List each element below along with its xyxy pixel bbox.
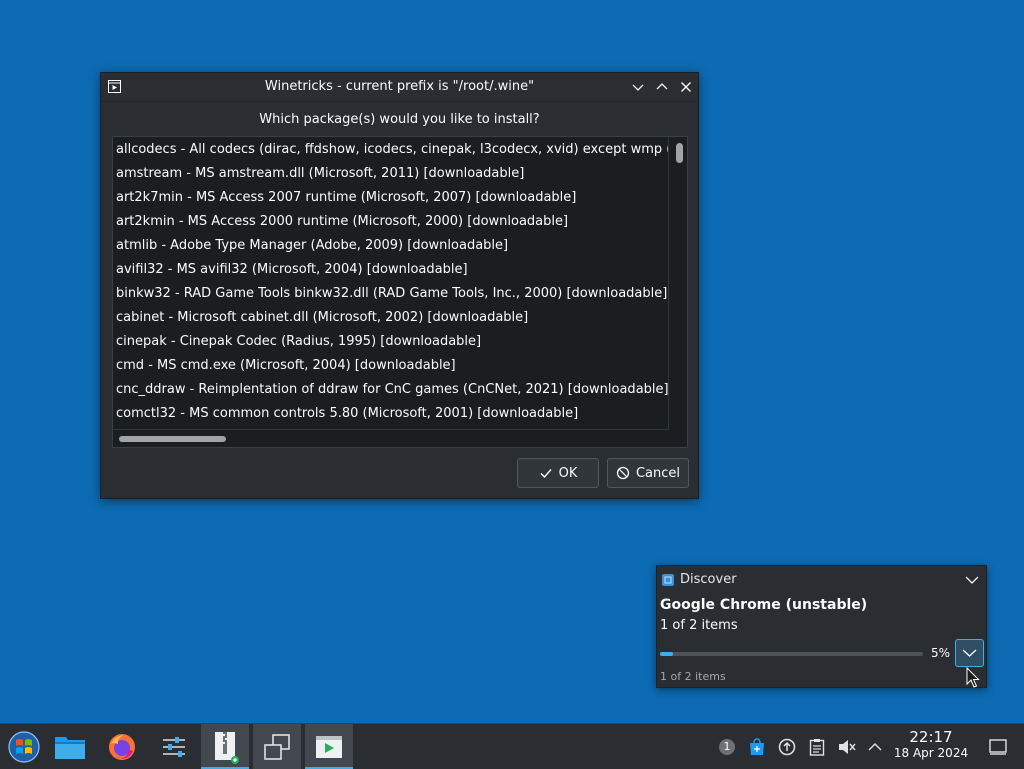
- package-item[interactable]: cmd - MS cmd.exe (Microsoft, 2004) [down…: [116, 354, 668, 378]
- firefox-icon: [109, 733, 135, 760]
- mouse-cursor-icon: [966, 667, 980, 688]
- package-item[interactable]: cnc_ddraw - Reimplentation of ddraw for …: [116, 378, 668, 402]
- package-list[interactable]: allcodecs - All codecs (dirac, ffdshow, …: [112, 136, 688, 448]
- discover-tray-item[interactable]: [746, 724, 768, 769]
- package-item[interactable]: amstream - MS amstream.dll (Microsoft, 2…: [116, 162, 668, 186]
- minimize-icon[interactable]: [630, 79, 646, 95]
- clock-date: 18 Apr 2024: [893, 746, 969, 760]
- progress-bar: [660, 652, 923, 656]
- winetricks-window-icon: [316, 735, 342, 758]
- volume-tray-item[interactable]: [836, 724, 858, 769]
- close-icon[interactable]: [678, 79, 694, 95]
- ok-button[interactable]: OK: [517, 458, 599, 488]
- horizontal-scrollbar-thumb[interactable]: [119, 436, 226, 442]
- task-window-switcher[interactable]: [253, 724, 301, 769]
- task-winetricks[interactable]: [305, 724, 353, 769]
- start-menu-button[interactable]: [0, 724, 48, 769]
- progress-fill: [660, 652, 674, 656]
- winetricks-dialog: Winetricks - current prefix is "/root/.w…: [100, 72, 699, 499]
- chevron-down-icon: [962, 649, 977, 657]
- taskbar: 1 22:17 18 Apr 2024: [0, 723, 1024, 769]
- sliders-icon: [163, 736, 185, 757]
- package-item[interactable]: atmlib - Adobe Type Manager (Adobe, 2009…: [116, 234, 668, 258]
- start-orb-icon: [8, 730, 40, 763]
- package-item[interactable]: allcodecs - All codecs (dirac, ffdshow, …: [116, 138, 668, 162]
- chevron-down-icon[interactable]: [964, 573, 980, 587]
- notification-count: 1: [723, 740, 731, 753]
- notification-title: Google Chrome (unstable): [660, 597, 868, 613]
- task-archive-manager[interactable]: [201, 724, 249, 769]
- package-item[interactable]: cinepak - Cinepak Codec (Radius, 1995) […: [116, 330, 668, 354]
- dialog-titlebar[interactable]: Winetricks - current prefix is "/root/.w…: [101, 73, 698, 102]
- maximize-icon[interactable]: [654, 79, 670, 95]
- volume-muted-icon: [839, 739, 856, 754]
- dialog-title: Winetricks - current prefix is "/root/.w…: [264, 79, 535, 94]
- ok-label: OK: [558, 465, 578, 481]
- checkmark-icon: [540, 469, 552, 479]
- notifications-tray-item[interactable]: 1: [716, 724, 738, 769]
- update-icon: [778, 738, 796, 755]
- firefox-launcher[interactable]: [98, 724, 146, 769]
- expand-details-button[interactable]: [955, 639, 984, 667]
- package-item[interactable]: avifil32 - MS avifil32 (Microsoft, 2004)…: [116, 258, 668, 282]
- show-desktop-icon: [989, 738, 1007, 755]
- settings-launcher[interactable]: [150, 724, 198, 769]
- clipboard-tray-item[interactable]: [806, 724, 828, 769]
- file-manager-launcher[interactable]: [46, 724, 94, 769]
- clipboard-icon: [809, 738, 825, 756]
- package-item[interactable]: comctl32 - MS common controls 5.80 (Micr…: [116, 402, 668, 426]
- scroll-divider: [668, 137, 669, 429]
- package-item[interactable]: art2kmin - MS Access 2000 runtime (Micro…: [116, 210, 668, 234]
- chevron-up-icon: [868, 742, 882, 750]
- progress-percent: 5%: [931, 646, 951, 660]
- archive-icon: [215, 731, 239, 764]
- package-item[interactable]: binkw32 - RAD Game Tools binkw32.dll (RA…: [116, 282, 668, 306]
- clock-time: 22:17: [909, 728, 953, 746]
- digital-clock[interactable]: 22:17 18 Apr 2024: [888, 728, 974, 761]
- windows-overview-icon: [264, 733, 290, 760]
- cancel-icon: [616, 466, 630, 480]
- tray-expander[interactable]: [864, 724, 886, 769]
- notification-body: 1 of 2 items: [660, 618, 738, 633]
- cancel-button[interactable]: Cancel: [607, 458, 689, 488]
- scroll-divider: [113, 429, 669, 430]
- package-item[interactable]: cabinet - Microsoft cabinet.dll (Microso…: [116, 306, 668, 330]
- discover-notification: Discover Google Chrome (unstable) 1 of 2…: [656, 565, 987, 688]
- discover-icon: [662, 574, 674, 586]
- dialog-prompt: Which package(s) would you like to insta…: [259, 112, 540, 127]
- notification-footer: 1 of 2 items: [660, 670, 726, 683]
- folder-icon: [55, 736, 85, 759]
- vertical-scrollbar-thumb[interactable]: [676, 143, 683, 163]
- cancel-label: Cancel: [635, 465, 681, 481]
- show-desktop-button[interactable]: [986, 724, 1010, 769]
- notification-app-name: Discover: [680, 572, 737, 587]
- package-item[interactable]: art2k7min - MS Access 2007 runtime (Micr…: [116, 186, 668, 210]
- updates-tray-item[interactable]: [776, 724, 798, 769]
- discover-icon: [750, 737, 764, 755]
